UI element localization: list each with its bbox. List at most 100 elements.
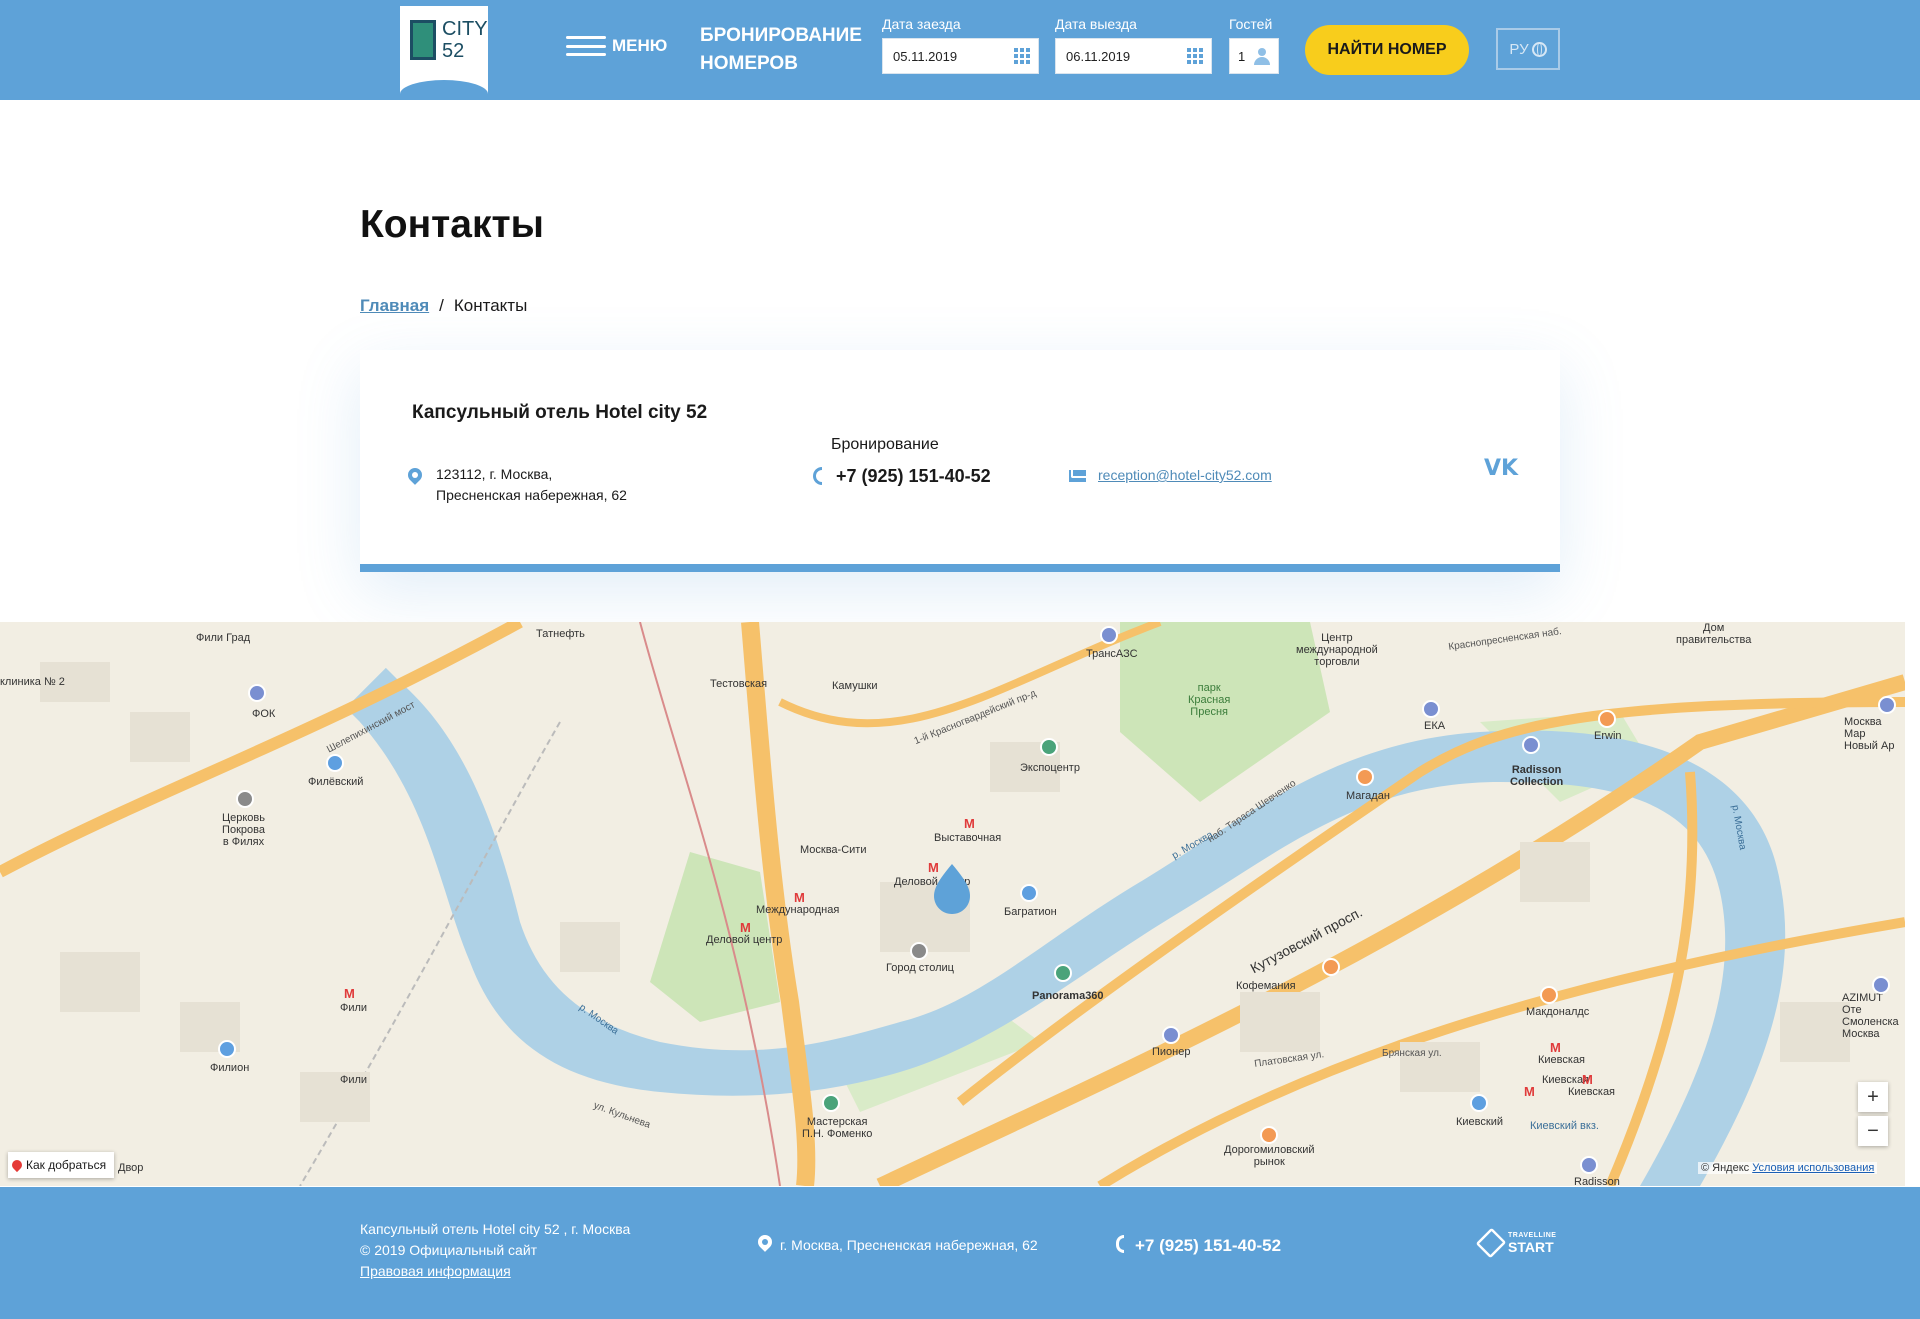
map-label: Филион xyxy=(210,1062,250,1074)
map-label: Erwin xyxy=(1594,730,1622,742)
travelline-small: TRAVELLINE xyxy=(1508,1231,1557,1239)
map-label: ТрансАЗС xyxy=(1086,648,1138,660)
zoom-in-button[interactable]: + xyxy=(1858,1082,1888,1112)
travelline-text: TRAVELLINE START xyxy=(1508,1232,1556,1255)
person-icon xyxy=(1254,48,1270,66)
poi-icon[interactable] xyxy=(248,684,266,702)
travelline-icon xyxy=(1475,1227,1507,1259)
email-link[interactable]: reception@hotel-city52.com xyxy=(1098,467,1272,483)
poi-icon[interactable] xyxy=(1522,736,1540,754)
map-label: Дом правительства xyxy=(1676,622,1752,646)
map-label: Багратион xyxy=(1004,906,1057,918)
poi-icon[interactable] xyxy=(218,1040,236,1058)
map-label: Город столиц xyxy=(886,962,954,974)
map-label: Экспоцентр xyxy=(1020,762,1080,774)
map-label: AZIMUT Оте Смоленска Москва xyxy=(1842,992,1899,1040)
booking-title: БРОНИРОВАНИЕ НОМЕРОВ xyxy=(700,25,862,74)
breadcrumb: Главная / Контакты xyxy=(360,296,527,316)
zoom-out-button[interactable]: − xyxy=(1858,1116,1888,1146)
globe-icon xyxy=(1531,41,1547,57)
menu-label: МЕНЮ xyxy=(612,36,668,55)
footer-hotel-line: Капсульный отель Hotel city 52 , г. Моск… xyxy=(360,1221,631,1237)
map-label: Фили Град xyxy=(196,632,251,644)
metro-icon: M xyxy=(1524,1084,1535,1099)
metro-icon: M xyxy=(1582,1072,1593,1087)
checkin-label: Дата заезда xyxy=(882,16,961,32)
map-label: Камушки xyxy=(832,680,878,692)
poi-icon[interactable] xyxy=(1422,700,1440,718)
map-label: клиника № 2 xyxy=(0,676,65,688)
map-label: Киевская xyxy=(1568,1086,1616,1098)
site-footer: Капсульный отель Hotel city 52 , г. Моск… xyxy=(0,1187,1920,1319)
map-label: Москва Мар Новый Ар xyxy=(1844,716,1895,752)
poi-icon[interactable] xyxy=(1580,1156,1598,1174)
yandex-copyright: © Яндекс xyxy=(1701,1162,1750,1174)
travelline-logo[interactable]: TRAVELLINE START xyxy=(1475,1227,1556,1259)
poi-icon[interactable] xyxy=(1040,738,1058,756)
map-label: Церковь Покрова в Филях xyxy=(222,812,266,848)
map-label: Киевская xyxy=(1538,1054,1586,1066)
booking-label: Бронирование xyxy=(831,436,939,453)
language-switcher[interactable]: РУ xyxy=(1496,28,1560,70)
calendar-icon xyxy=(1187,48,1203,64)
map-label: Radisson xyxy=(1574,1176,1620,1186)
map-label: Radisson Collection xyxy=(1510,764,1564,788)
poi-icon[interactable] xyxy=(822,1094,840,1112)
metro-icon: M xyxy=(344,986,355,1001)
metro-icon: M xyxy=(794,890,805,905)
map-label: Москва-Сити xyxy=(800,844,867,856)
poi-icon[interactable] xyxy=(1054,964,1072,982)
breadcrumb-separator: / xyxy=(439,296,444,315)
poi-icon[interactable] xyxy=(1872,976,1890,994)
poi-icon[interactable] xyxy=(1540,986,1558,1004)
phone-icon xyxy=(1116,1235,1124,1253)
poi-icon[interactable] xyxy=(1162,1026,1180,1044)
guests-input[interactable]: 1 xyxy=(1229,38,1279,74)
checkin-date-input[interactable]: 05.11.2019 xyxy=(882,38,1039,74)
map-label: Пионер xyxy=(1152,1046,1191,1058)
page-title: Контакты xyxy=(360,203,544,246)
footer-phone-link[interactable]: +7 (925) 151-40-52 xyxy=(1135,1236,1281,1256)
map-terms-link[interactable]: Условия использования xyxy=(1752,1162,1874,1174)
language-label: РУ xyxy=(1509,40,1529,58)
map-label: Брянская ул. xyxy=(1382,1048,1442,1059)
poi-icon[interactable] xyxy=(1100,626,1118,644)
hotel-logo[interactable]: CITY 52 xyxy=(400,6,488,94)
map-label: Кофемания xyxy=(1236,980,1296,992)
route-button[interactable]: Как добраться xyxy=(8,1152,115,1178)
poi-icon[interactable] xyxy=(910,942,928,960)
map-label: Киевский вкз. xyxy=(1530,1120,1599,1132)
poi-icon[interactable] xyxy=(236,790,254,808)
checkout-date-value: 06.11.2019 xyxy=(1066,48,1131,64)
map-label: Выставочная xyxy=(934,832,1002,844)
hotel-name: Капсульный отель Hotel city 52 xyxy=(412,402,708,423)
map-copyright: © Яндекс Условия использования xyxy=(1698,1162,1878,1174)
logo-ribbon xyxy=(400,80,488,94)
checkout-date-input[interactable]: 06.11.2019 xyxy=(1055,38,1212,74)
address-line-1: 123112, г. Москва, xyxy=(436,466,553,482)
poi-icon[interactable] xyxy=(1598,710,1616,728)
checkin-date-value: 05.11.2019 xyxy=(893,48,958,64)
map-label: ФОК xyxy=(252,708,276,720)
contact-card: Капсульный отель Hotel city 52 123112, г… xyxy=(360,350,1560,572)
hotel-map-marker-icon[interactable] xyxy=(932,862,972,916)
map-label: Дорогомиловский рынок xyxy=(1224,1144,1315,1168)
metro-icon: M xyxy=(964,816,975,831)
poi-icon[interactable] xyxy=(1878,696,1896,714)
find-room-button[interactable]: НАЙТИ НОМЕР xyxy=(1305,25,1469,75)
poi-icon[interactable] xyxy=(326,754,344,772)
legal-info-link[interactable]: Правовая информация xyxy=(360,1263,511,1279)
poi-icon[interactable] xyxy=(1470,1094,1488,1112)
poi-icon[interactable] xyxy=(1322,958,1340,976)
menu-button[interactable]: МЕНЮ xyxy=(566,36,667,56)
map-zoom-controls: + − xyxy=(1858,1082,1888,1150)
hotel-address: 123112, г. Москва, Пресненская набережна… xyxy=(436,464,627,506)
phone-icon xyxy=(813,467,822,485)
poi-icon[interactable] xyxy=(1260,1126,1278,1144)
poi-icon[interactable] xyxy=(1020,884,1038,902)
breadcrumb-home-link[interactable]: Главная xyxy=(360,296,429,316)
poi-icon[interactable] xyxy=(1356,768,1374,786)
booking-phone-link[interactable]: +7 (925) 151-40-52 xyxy=(836,466,991,487)
vk-icon[interactable]: VK xyxy=(1484,456,1518,481)
metro-icon: M xyxy=(1550,1040,1561,1055)
